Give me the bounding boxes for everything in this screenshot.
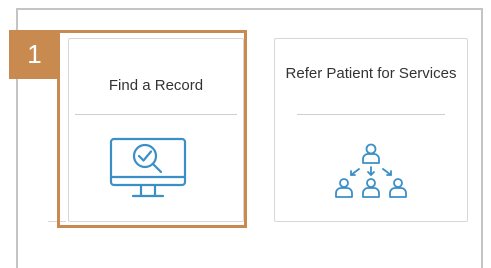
refer-patient-title: Refer Patient for Services — [285, 65, 457, 82]
step-highlight-frame — [57, 30, 247, 228]
step-number-badge: 1 — [9, 30, 60, 79]
refer-patient-card[interactable]: Refer Patient for Services — [274, 38, 468, 222]
referral-hierarchy-icon — [335, 143, 407, 198]
card-divider — [297, 114, 445, 115]
